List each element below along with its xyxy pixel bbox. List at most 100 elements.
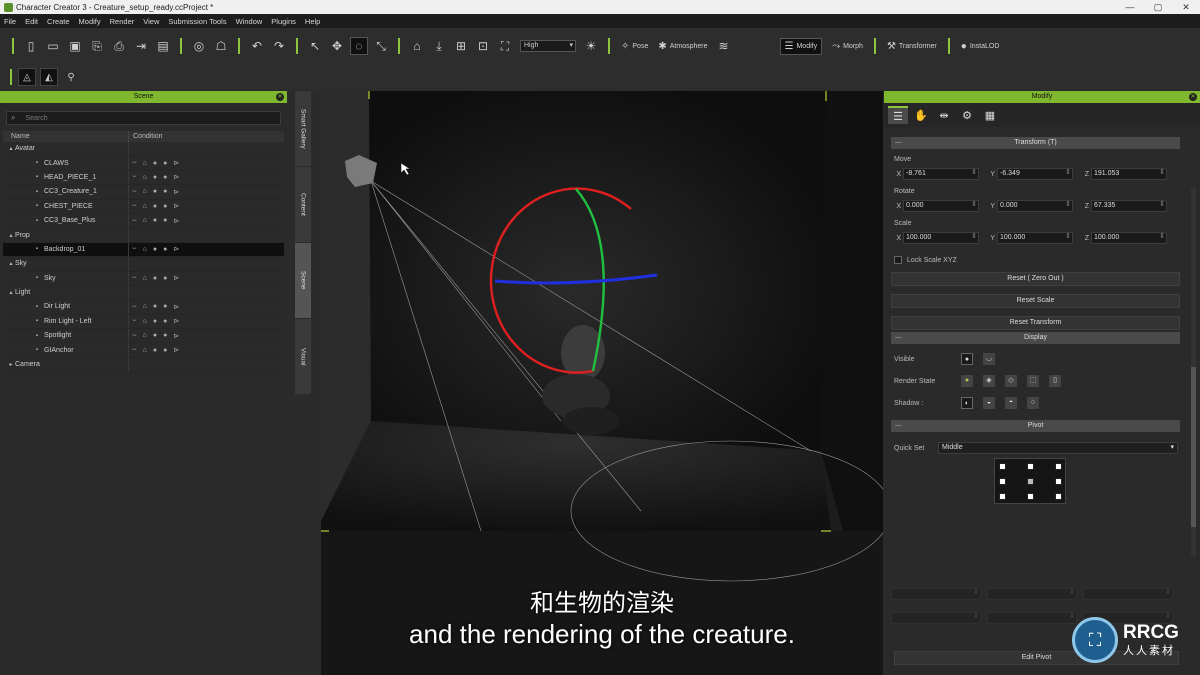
instalod-button[interactable]: ● InstaLOD bbox=[961, 41, 1000, 52]
render-icon[interactable]: ● bbox=[153, 217, 157, 224]
visibility-icon[interactable]: ⌣ bbox=[132, 217, 137, 225]
home-view-icon[interactable]: ⌂ bbox=[408, 37, 426, 55]
pivot-section-header[interactable]: Pivot bbox=[891, 420, 1180, 432]
drop-to-floor-icon[interactable]: ⤓ bbox=[430, 37, 448, 55]
reset-transform-button[interactable]: Reset Transform bbox=[891, 316, 1180, 330]
pivot-dot[interactable] bbox=[1055, 478, 1062, 485]
pivot-icon[interactable]: ⊳ bbox=[173, 274, 179, 282]
scene-item-row[interactable]: ▪ CLAWS ⌣ ⌂ ● ● ⊳ bbox=[3, 156, 284, 171]
render-icon[interactable]: ● bbox=[153, 160, 157, 167]
scrollbar-thumb[interactable] bbox=[1191, 367, 1196, 527]
atmosphere-button[interactable]: ✱ Atmosphere bbox=[658, 41, 707, 52]
scene-item-row[interactable]: ▪ CC3_Base_Plus ⌣ ⌂ ● ● ⊳ bbox=[3, 213, 284, 229]
pivot-icon[interactable]: ⊳ bbox=[173, 317, 179, 325]
pivot-icon[interactable]: ⊳ bbox=[173, 332, 179, 340]
send-icon[interactable]: ⇥ bbox=[132, 37, 150, 55]
minimize-button[interactable]: — bbox=[1116, 2, 1144, 12]
visibility-icon[interactable]: ⌣ bbox=[132, 274, 137, 282]
render-icon[interactable]: ● bbox=[153, 318, 157, 325]
save-icon[interactable]: ▣ bbox=[66, 37, 84, 55]
camera-icon[interactable]: ◎ bbox=[190, 37, 208, 55]
pivot-dot[interactable] bbox=[1027, 493, 1034, 500]
lock-icon[interactable]: ⌂ bbox=[143, 188, 147, 195]
render-hidden-icon[interactable]: ▯ bbox=[1049, 375, 1061, 387]
close-button[interactable]: ✕ bbox=[1172, 2, 1200, 13]
import-icon[interactable]: ⎘ bbox=[88, 37, 106, 55]
scene-group-row[interactable]: ▴ Prop bbox=[3, 228, 284, 243]
scale-y-field[interactable]: 100.000 bbox=[997, 232, 1073, 244]
modify-button[interactable]: ☰ Modify bbox=[779, 37, 823, 55]
scene-item-row[interactable]: ▪ Sky ⌣ ⌂ ● ● ⊳ bbox=[3, 271, 284, 286]
visibility-icon[interactable]: ⌣ bbox=[132, 173, 137, 181]
column-condition[interactable]: Condition bbox=[129, 131, 163, 142]
tab-morph-icon[interactable]: ⇹ bbox=[934, 106, 954, 124]
rotate-tool-icon[interactable]: ◌ bbox=[350, 37, 368, 55]
reset-zero-out-button[interactable]: Reset ( Zero Out ) bbox=[891, 272, 1180, 286]
shadow-icon[interactable]: ● bbox=[163, 246, 167, 253]
scene-group-row[interactable]: ▴ Light bbox=[3, 285, 284, 301]
render-smooth-icon[interactable]: ◈ bbox=[983, 375, 995, 387]
expand-arrow-icon[interactable]: ▸ bbox=[7, 361, 15, 368]
visible-off-icon[interactable]: ◡ bbox=[983, 353, 995, 365]
shadow-icon[interactable]: ● bbox=[163, 174, 167, 181]
column-name[interactable]: Name bbox=[3, 131, 129, 142]
visibility-icon[interactable]: ⌣ bbox=[132, 332, 137, 340]
pivot-icon[interactable]: ⊳ bbox=[173, 245, 179, 253]
scene-item-row[interactable]: ▪ HEAD_PIECE_1 ⌣ ⌂ ● ● ⊳ bbox=[3, 170, 284, 186]
panel-close-icon[interactable]: ✕ bbox=[1189, 93, 1197, 101]
pivot-icon[interactable]: ⊳ bbox=[173, 217, 179, 225]
render-icon[interactable]: ● bbox=[153, 347, 157, 354]
lock-icon[interactable]: ⌂ bbox=[143, 347, 147, 354]
lock-icon[interactable]: ⌂ bbox=[143, 217, 147, 224]
pivot-icon[interactable]: ⊳ bbox=[173, 303, 179, 311]
modify-scrollbar[interactable] bbox=[1191, 187, 1196, 557]
render-icon[interactable]: ● bbox=[153, 303, 157, 310]
menu-modify[interactable]: Modify bbox=[79, 17, 101, 26]
lock-scale-checkbox[interactable]: Lock Scale XYZ bbox=[894, 256, 1180, 264]
menu-view[interactable]: View bbox=[143, 17, 159, 26]
maximize-button[interactable]: ▢ bbox=[1144, 2, 1172, 13]
rotate-z-field[interactable]: 67.335 bbox=[1091, 200, 1167, 212]
shadow-none-icon[interactable]: ○ bbox=[1027, 397, 1039, 409]
render-bbox-icon[interactable]: ⬚ bbox=[1027, 375, 1039, 387]
shadow-icon[interactable]: ● bbox=[163, 303, 167, 310]
menu-render[interactable]: Render bbox=[110, 17, 135, 26]
menu-submission-tools[interactable]: Submission Tools bbox=[168, 17, 226, 26]
character-icon[interactable]: ☖ bbox=[212, 37, 230, 55]
collapse-arrow-icon[interactable]: ▴ bbox=[7, 260, 15, 267]
redo-icon[interactable]: ↷ bbox=[270, 37, 288, 55]
menu-plugins[interactable]: Plugins bbox=[271, 17, 296, 26]
pivot-dot[interactable] bbox=[999, 478, 1006, 485]
pivot-icon[interactable]: ⊳ bbox=[173, 202, 179, 210]
collapse-arrow-icon[interactable]: ▴ bbox=[7, 145, 15, 152]
lock-icon[interactable]: ⌂ bbox=[143, 318, 147, 325]
menu-file[interactable]: File bbox=[4, 17, 16, 26]
visibility-icon[interactable]: ⌣ bbox=[132, 159, 137, 167]
render-icon[interactable]: ● bbox=[153, 246, 157, 253]
lock-icon[interactable]: ⌂ bbox=[143, 332, 147, 339]
menu-create[interactable]: Create bbox=[47, 17, 70, 26]
scene-group-row[interactable]: ▸ Camera bbox=[3, 357, 284, 373]
shadow-icon[interactable]: ● bbox=[163, 347, 167, 354]
frame-icon[interactable]: ⊡ bbox=[474, 37, 492, 55]
shadow-icon[interactable]: ● bbox=[163, 188, 167, 195]
lock-icon[interactable]: ⌂ bbox=[143, 203, 147, 210]
scene-item-row[interactable]: ▪ Backdrop_01 ⌣ ⌂ ● ● ⊳ bbox=[3, 242, 284, 258]
lock-icon[interactable]: ⌂ bbox=[143, 174, 147, 181]
rotate-x-field[interactable]: 0.000 bbox=[903, 200, 979, 212]
shadow-cast-receive-icon[interactable]: ◐ bbox=[961, 397, 973, 409]
lock-icon[interactable]: ⌂ bbox=[143, 303, 147, 310]
tab-physics-icon[interactable]: ⚙ bbox=[957, 106, 977, 124]
light-icon[interactable]: ☀ bbox=[582, 37, 600, 55]
visibility-icon[interactable]: ⌣ bbox=[132, 317, 137, 325]
shadow-cast-icon[interactable]: ◒ bbox=[983, 397, 995, 409]
menu-help[interactable]: Help bbox=[305, 17, 320, 26]
grid-icon[interactable]: ⊞ bbox=[452, 37, 470, 55]
pick-parent-icon[interactable]: ◬ bbox=[18, 68, 36, 86]
transformer-button[interactable]: ⚒ Transformer bbox=[887, 41, 937, 52]
export-icon[interactable]: ⎙ bbox=[110, 37, 128, 55]
shadow-receive-icon[interactable]: ◓ bbox=[1005, 397, 1017, 409]
quality-select[interactable]: High bbox=[520, 40, 576, 52]
scene-settings-icon[interactable]: ≋ bbox=[715, 37, 733, 55]
pivot-dot[interactable] bbox=[999, 493, 1006, 500]
